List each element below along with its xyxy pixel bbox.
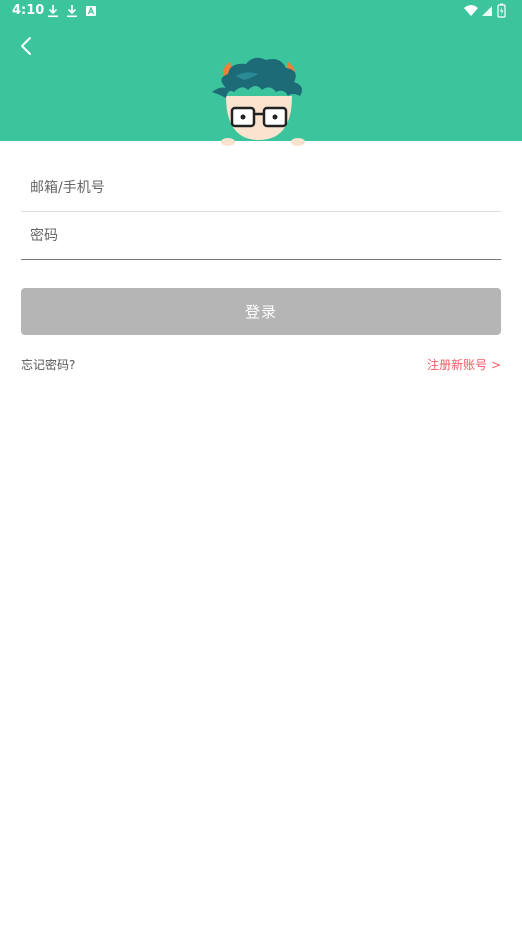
login-form bbox=[21, 164, 501, 260]
download-icon bbox=[67, 5, 77, 18]
password-input[interactable] bbox=[21, 212, 501, 259]
divider bbox=[21, 259, 501, 260]
forgot-password-link[interactable]: 忘记密码? bbox=[21, 356, 75, 373]
download-icon bbox=[48, 5, 58, 18]
header-banner: 4:10 bbox=[0, 0, 522, 146]
account-input[interactable] bbox=[21, 164, 501, 211]
app-a-icon bbox=[86, 6, 96, 16]
register-link[interactable]: 注册新账号 > bbox=[427, 356, 501, 373]
status-bar: 4:10 bbox=[0, 0, 522, 24]
back-button[interactable] bbox=[12, 32, 40, 60]
wifi-icon bbox=[464, 5, 478, 16]
chevron-left-icon bbox=[21, 37, 31, 55]
battery-icon bbox=[497, 3, 506, 18]
system-status-icons bbox=[464, 3, 506, 18]
account-field bbox=[21, 164, 501, 212]
password-field bbox=[21, 212, 501, 260]
login-button[interactable]: 登录 bbox=[21, 288, 501, 335]
mascot-illustration bbox=[212, 57, 305, 146]
signal-icon bbox=[482, 6, 492, 16]
status-time: 4:10 bbox=[12, 3, 45, 18]
